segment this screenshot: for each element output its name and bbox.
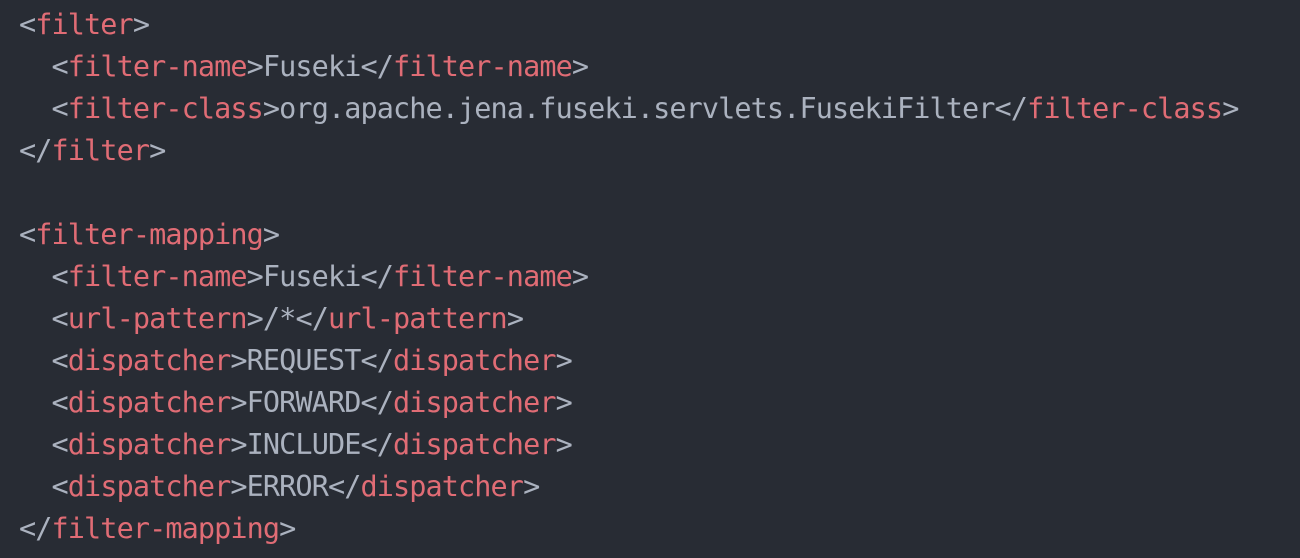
tag-bracket: </	[19, 134, 52, 167]
tag-bracket: <	[51, 428, 69, 461]
tag-bracket: <	[51, 92, 69, 125]
tag-name: filter-name	[67, 260, 248, 293]
code-line: <dispatcher>ERROR</dispatcher>	[19, 466, 1300, 508]
tag-bracket: </	[994, 92, 1028, 125]
tag-name: filter-class	[1027, 92, 1223, 125]
tag-name: filter-name	[393, 50, 573, 83]
tag-bracket: >	[571, 50, 589, 83]
tag-name: filter-class	[67, 92, 264, 125]
tag-bracket: </	[360, 386, 393, 419]
tag-bracket: <	[19, 218, 36, 251]
code-block[interactable]: <filter> <filter-name>Fuseki</filter-nam…	[0, 0, 1300, 558]
tag-bracket: >	[262, 92, 280, 125]
tag-name: url-pattern	[67, 302, 248, 335]
code-line: <dispatcher>INCLUDE</dispatcher>	[19, 424, 1300, 466]
tag-bracket: </	[19, 512, 52, 545]
tag-bracket: >	[230, 386, 247, 419]
tag-bracket: <	[51, 50, 69, 83]
tag-bracket: >	[230, 470, 247, 503]
tag-bracket: </	[327, 470, 361, 503]
tag-content: org.apache.jena.fuseki.servlets.FusekiFi…	[279, 92, 995, 125]
tag-name: dispatcher	[67, 470, 231, 503]
tag-bracket: >	[262, 218, 280, 251]
tag-name: filter-name	[67, 50, 248, 83]
code-line: <filter-name>Fuseki</filter-name>	[19, 46, 1300, 88]
tag-bracket: <	[19, 8, 36, 41]
tag-name: dispatcher	[393, 428, 556, 461]
tag-bracket: >	[555, 344, 573, 377]
tag-content: Fuseki	[262, 50, 361, 83]
code-line: <dispatcher>FORWARD</dispatcher>	[19, 382, 1300, 424]
tag-content: INCLUDE	[246, 428, 362, 461]
code-line: <filter>	[19, 4, 1300, 46]
tag-bracket: <	[51, 386, 69, 419]
tag-bracket: >	[571, 260, 589, 293]
code-line: <filter-class>org.apache.jena.fuseki.ser…	[19, 88, 1300, 130]
tag-bracket: <	[51, 260, 69, 293]
tag-name: filter-mapping	[35, 218, 264, 251]
tag-content: REQUEST	[246, 344, 362, 377]
tag-bracket: </	[360, 344, 393, 377]
tag-name: filter-mapping	[51, 512, 281, 545]
tag-name: filter	[51, 134, 150, 167]
tag-bracket: >	[555, 428, 573, 461]
tag-bracket: </	[360, 50, 393, 83]
code-line: </filter-mapping>	[19, 508, 1300, 550]
tag-bracket: >	[230, 344, 247, 377]
tag-bracket: <	[51, 302, 69, 335]
tag-content: FORWARD	[246, 386, 362, 419]
tag-content: ERROR	[246, 470, 329, 503]
tag-name: filter-name	[393, 260, 573, 293]
code-line: <url-pattern>/*</url-pattern>	[19, 298, 1300, 340]
tag-bracket: >	[506, 302, 524, 335]
tag-bracket: >	[279, 512, 296, 545]
code-line: </filter>	[19, 130, 1300, 172]
code-line: <filter-mapping>	[19, 214, 1300, 256]
code-line: <filter-name>Fuseki</filter-name>	[19, 256, 1300, 298]
tag-bracket: >	[230, 428, 247, 461]
tag-name: dispatcher	[67, 428, 231, 461]
tag-bracket: >	[1222, 92, 1239, 125]
tag-bracket: >	[555, 386, 573, 419]
tag-bracket: >	[246, 50, 264, 83]
tag-bracket: >	[523, 470, 540, 503]
tag-bracket: </	[360, 428, 393, 461]
tag-name: dispatcher	[360, 470, 524, 503]
code-line: <dispatcher>REQUEST</dispatcher>	[19, 340, 1300, 382]
tag-name: dispatcher	[67, 344, 231, 377]
tag-content: /*	[262, 302, 296, 335]
tag-content: Fuseki	[262, 260, 361, 293]
tag-bracket: >	[246, 302, 264, 335]
tag-bracket: >	[246, 260, 264, 293]
tag-name: dispatcher	[393, 386, 556, 419]
tag-name: dispatcher	[393, 344, 556, 377]
tag-bracket: >	[149, 134, 166, 167]
tag-bracket: <	[51, 344, 69, 377]
tag-bracket: >	[132, 8, 150, 41]
tag-name: url-pattern	[327, 302, 508, 335]
tag-name: filter	[35, 8, 133, 41]
tag-name: dispatcher	[67, 386, 231, 419]
tag-bracket: </	[295, 302, 328, 335]
tag-bracket: </	[360, 260, 393, 293]
tag-bracket: <	[51, 470, 69, 503]
